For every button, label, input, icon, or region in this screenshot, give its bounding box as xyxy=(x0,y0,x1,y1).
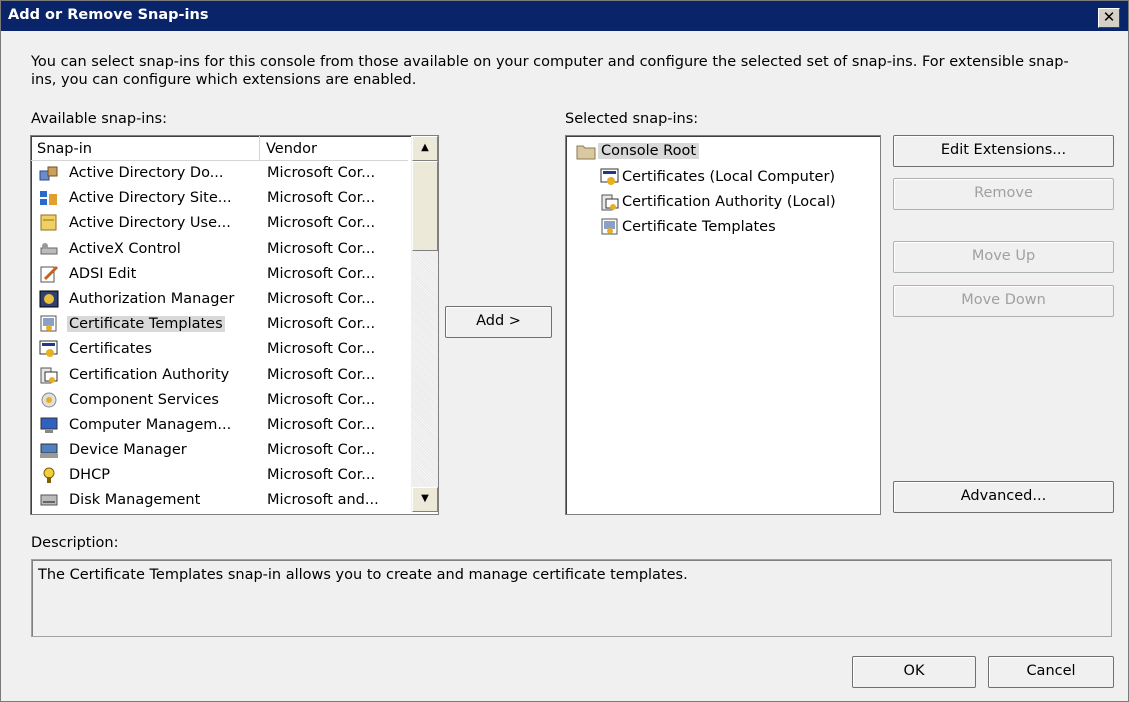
snapin-name: Component Services xyxy=(69,391,219,408)
list-item[interactable]: ADSI Edit Microsoft Cor... xyxy=(31,262,411,287)
column-header-vendor-label: Vendor xyxy=(266,141,317,157)
snapin-vendor: Microsoft Cor... xyxy=(267,341,376,358)
snapin-vendor: Microsoft Cor... xyxy=(267,467,376,484)
snapin-vendor: Microsoft Cor... xyxy=(267,290,376,307)
activex-icon xyxy=(39,240,59,258)
snapin-name: ActiveX Control xyxy=(69,240,181,257)
folder-icon xyxy=(576,142,596,160)
snapin-vendor: Microsoft Cor... xyxy=(267,442,376,459)
vertical-scrollbar[interactable]: ▲ ▼ xyxy=(411,136,438,512)
ok-button[interactable]: OK xyxy=(852,656,976,688)
disk-management-icon xyxy=(39,491,59,509)
column-header-snapin[interactable]: Snap-in xyxy=(31,136,260,161)
list-item[interactable]: DHCP Microsoft Cor... xyxy=(31,463,411,488)
dhcp-icon xyxy=(39,466,59,484)
selected-snapins-tree[interactable]: Console Root Certificates (Local Compute… xyxy=(565,135,881,515)
component-services-icon xyxy=(39,391,59,409)
list-item[interactable]: Disk Management Microsoft and... xyxy=(31,488,411,513)
list-item[interactable]: Authorization Manager Microsoft Cor... xyxy=(31,287,411,312)
list-item[interactable]: Component Services Microsoft Cor... xyxy=(31,388,411,413)
device-manager-icon xyxy=(39,441,59,459)
move-down-button[interactable]: Move Down xyxy=(893,285,1114,317)
ad-users-icon xyxy=(39,214,59,232)
list-item[interactable]: Active Directory Use... Microsoft Cor... xyxy=(31,211,411,236)
ad-sites-icon xyxy=(39,189,59,207)
snapin-vendor: Microsoft Cor... xyxy=(267,416,376,433)
snapin-name: Certificates xyxy=(69,341,152,358)
snapin-vendor: Microsoft Cor... xyxy=(267,165,376,181)
snapin-name: ADSI Edit xyxy=(69,265,137,282)
snapin-name: Device Manager xyxy=(69,442,187,459)
add-button[interactable]: Add > xyxy=(445,306,552,338)
close-button[interactable]: ✕ xyxy=(1098,8,1120,28)
column-header-snapin-label: Snap-in xyxy=(37,141,92,157)
list-item[interactable]: Active Directory Do... Microsoft Cor... xyxy=(31,161,411,186)
list-item[interactable]: Certificate Templates Microsoft Cor... xyxy=(31,312,411,337)
list-item[interactable]: Certification Authority Microsoft Cor... xyxy=(31,363,411,388)
scroll-thumb[interactable] xyxy=(412,161,438,251)
snapin-vendor: Microsoft Cor... xyxy=(267,240,376,257)
scroll-down-button[interactable]: ▼ xyxy=(412,487,438,512)
tree-node-label: Certificates (Local Computer) xyxy=(622,169,836,185)
certification-authority-icon xyxy=(600,193,620,211)
snapin-vendor: Microsoft Cor... xyxy=(267,215,376,232)
cancel-button[interactable]: Cancel xyxy=(988,656,1114,688)
list-item[interactable]: Certificates Microsoft Cor... xyxy=(31,337,411,362)
selected-snapins-label: Selected snap-ins: xyxy=(565,111,699,127)
snapin-vendor: Microsoft Cor... xyxy=(267,316,376,333)
scroll-up-button[interactable]: ▲ xyxy=(412,136,438,161)
description-box: The Certificate Templates snap-in allows… xyxy=(31,559,1112,637)
available-snapins-rows: Active Directory Do... Microsoft Cor... Ac… xyxy=(31,161,411,514)
remove-button[interactable]: Remove xyxy=(893,178,1114,210)
computer-management-icon xyxy=(39,416,59,434)
certificate-template-icon xyxy=(600,218,620,236)
snapin-vendor: Microsoft Cor... xyxy=(267,190,376,207)
snapin-name: Certificate Templates xyxy=(67,316,225,333)
title-bar[interactable]: Add or Remove Snap-ins ✕ xyxy=(1,1,1128,31)
edit-extensions-button[interactable]: Edit Extensions... xyxy=(893,135,1114,167)
list-item[interactable]: Active Directory Site... Microsoft Cor... xyxy=(31,186,411,211)
list-item[interactable]: Computer Managem... Microsoft Cor... xyxy=(31,413,411,438)
advanced-button[interactable]: Advanced... xyxy=(893,481,1114,513)
snapin-vendor: Microsoft and... xyxy=(267,492,379,509)
snapin-name: Computer Managem... xyxy=(69,416,232,433)
snapin-name: Authorization Manager xyxy=(69,290,235,307)
snapin-name: Certification Authority xyxy=(69,366,230,383)
certification-authority-icon xyxy=(39,366,59,384)
certificates-icon xyxy=(600,168,620,186)
add-remove-snapins-dialog: Add or Remove Snap-ins ✕ You can select … xyxy=(0,0,1129,702)
list-item[interactable]: Device Manager Microsoft Cor... xyxy=(31,438,411,463)
tree-node-label: Console Root xyxy=(598,143,700,159)
intro-text: You can select snap-ins for this console… xyxy=(31,54,1069,88)
list-item[interactable]: ActiveX Control Microsoft Cor... xyxy=(31,237,411,262)
snapin-vendor: Microsoft Cor... xyxy=(267,391,376,408)
tree-node-label: Certification Authority (Local) xyxy=(622,194,836,210)
snapin-name: Disk Management xyxy=(69,492,201,509)
adsi-edit-icon xyxy=(39,265,59,283)
move-up-button[interactable]: Move Up xyxy=(893,241,1114,273)
available-snapins-list[interactable]: Snap-in Vendor Active Directory Do... Mic… xyxy=(30,135,439,515)
snapin-name: Active Directory Site... xyxy=(69,190,232,207)
dialog-title: Add or Remove Snap-ins xyxy=(8,7,209,23)
snapin-name: DHCP xyxy=(69,467,110,484)
available-snapins-label: Available snap-ins: xyxy=(31,111,167,127)
snapin-vendor: Microsoft Cor... xyxy=(267,265,376,282)
authorization-icon xyxy=(39,290,59,308)
snapin-name: Active Directory Use... xyxy=(69,215,231,232)
certificates-icon xyxy=(39,340,59,358)
column-header-vendor[interactable]: Vendor xyxy=(260,136,408,161)
ad-domains-icon xyxy=(39,164,59,182)
certificate-template-icon xyxy=(39,315,59,333)
description-label: Description: xyxy=(31,535,119,551)
snapin-vendor: Microsoft Cor... xyxy=(267,366,376,383)
tree-node-label: Certificate Templates xyxy=(622,219,776,235)
snapin-name: Active Directory Do... xyxy=(69,165,224,181)
description-text: The Certificate Templates snap-in allows… xyxy=(38,567,688,583)
